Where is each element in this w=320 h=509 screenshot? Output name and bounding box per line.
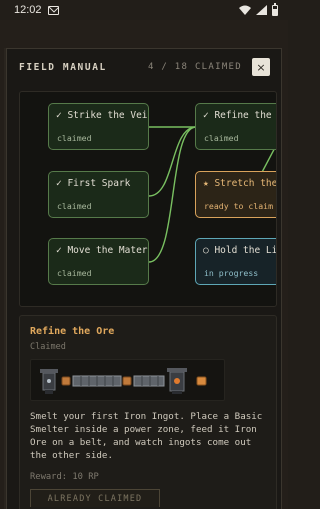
ore-item-icon — [61, 376, 71, 386]
status-bar: 12:02 — [0, 0, 288, 20]
quest-tree[interactable]: ✓ Strike the Vein claimed ✓ First Spark … — [19, 91, 277, 307]
node-state: in progress — [204, 268, 259, 278]
node-state: claimed — [204, 133, 239, 143]
node-name: ✓ Move the Materials — [56, 245, 148, 256]
already-claimed-button[interactable]: ALREADY CLAIMED — [30, 489, 160, 507]
detail-description: Smelt your first Iron Ingot. Place a Bas… — [30, 411, 263, 461]
conveyor-belt-icon — [72, 375, 122, 387]
wifi-icon — [239, 5, 251, 15]
clock: 12:02 — [14, 4, 42, 16]
modal-title: FIELD MANUAL — [19, 61, 107, 73]
node-name: ★ Stretch the Line — [203, 178, 277, 189]
node-name: ✓ Strike the Vein — [56, 110, 149, 121]
quest-node-stretch-the-line[interactable]: ★ Stretch the Line ready to claim — [195, 171, 277, 218]
ore-item-icon — [122, 376, 132, 386]
quest-detail-panel: Refine the Ore Claimed Smelt your first … — [19, 315, 277, 509]
close-button[interactable]: × — [252, 58, 270, 76]
node-name: ✓ First Spark — [56, 178, 131, 189]
modal-header: FIELD MANUAL 4 / 18 CLAIMED × — [7, 49, 281, 85]
detail-status: Claimed — [30, 342, 66, 352]
detail-title: Refine the Ore — [30, 326, 115, 337]
link-spark-to-refine — [148, 126, 197, 197]
close-icon: × — [256, 60, 266, 74]
claim-counter: 4 / 18 CLAIMED — [147, 62, 242, 72]
node-name: ○ Hold the Line — [203, 245, 277, 256]
node-state: claimed — [57, 201, 92, 211]
status-right — [239, 2, 278, 16]
node-state: claimed — [57, 133, 92, 143]
node-state: claimed — [57, 268, 92, 278]
quest-node-move-the-materials[interactable]: ✓ Move the Materials claimed — [48, 238, 149, 285]
battery-icon — [272, 2, 278, 16]
smelter-belt-illustration — [40, 368, 207, 394]
conveyor-belt-icon — [133, 375, 165, 387]
miner-machine-icon — [40, 369, 58, 394]
node-state: ready to claim — [204, 201, 274, 211]
smelter-machine-icon — [167, 368, 187, 394]
field-manual-modal: FIELD MANUAL 4 / 18 CLAIMED × ✓ Strike t… — [6, 48, 282, 509]
detail-reward: Reward: 10 RP — [30, 472, 99, 482]
quest-node-hold-the-line[interactable]: ○ Hold the Line in progress — [195, 238, 277, 285]
node-name: ✓ Refine the Ore — [203, 110, 276, 121]
gmail-icon — [47, 5, 59, 15]
quest-node-first-spark[interactable]: ✓ First Spark claimed — [48, 171, 149, 218]
status-left: 12:02 — [14, 4, 59, 16]
quest-node-refine-the-ore[interactable]: ✓ Refine the Ore claimed — [195, 103, 276, 150]
quest-node-strike-the-vein[interactable]: ✓ Strike the Vein claimed — [48, 103, 149, 150]
signal-icon — [256, 5, 267, 15]
quest-preview-image — [30, 359, 225, 401]
ingot-item-icon — [196, 376, 207, 386]
